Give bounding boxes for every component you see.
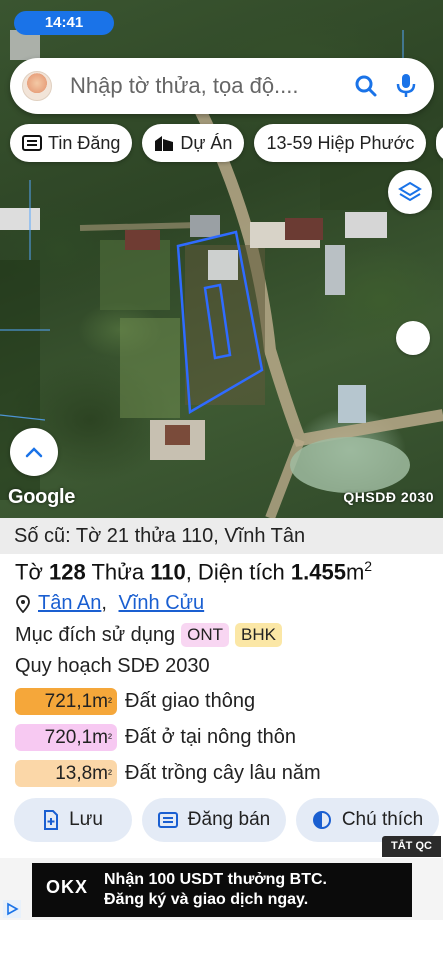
area-value: 1.455 [290,559,346,585]
landuse-name: Đất ở tại nông thôn [125,726,297,748]
chip-du-an[interactable]: Dự Án [142,124,245,162]
purpose-label: Mục đích sử dụng [15,623,176,646]
landuse-row-residential: 720,1m ² Đất ở tại nông thôn [15,724,296,751]
parcel-location: Tân An, Vĩnh Cửu [16,592,204,615]
ad-text: Nhận 100 USDT thưởng BTC. Đăng ký và gia… [104,870,327,910]
newspaper-icon [22,135,42,151]
area-unit: m [345,559,365,585]
landuse-area: 720,1m ² [15,724,117,751]
plan-heading: Quy hoạch SDĐ 2030 [15,655,210,677]
contrast-icon [312,811,331,829]
parcel-summary: Tờ 128 Thửa 110, Diện tích 1.455m2 [15,558,372,585]
avatar[interactable] [22,71,52,101]
search-bar[interactable]: Nhập tờ thửa, tọa độ.... [10,58,434,114]
ad-banner[interactable]: OKX Nhận 100 USDT thưởng BTC. Đăng ký và… [0,858,443,920]
action-buttons: Lưu Đăng bán Chú thích [14,798,439,842]
chip-more[interactable]: 4 [436,124,443,162]
post-sale-button[interactable]: Đăng bán [142,798,286,842]
chip-label: Tin Đăng [48,132,121,153]
chip-label: Dự Án [180,132,233,153]
status-time: 14:41 [14,11,114,35]
search-icon[interactable] [346,66,386,106]
chip-label: 13-59 Hiệp Phước [266,132,415,153]
microphone-icon[interactable] [386,66,426,106]
area-exponent: ² [108,694,112,709]
plot-number: 110 [150,559,186,585]
search-input[interactable]: Nhập tờ thửa, tọa độ.... [70,73,346,99]
old-parcel-info: Số cũ: Tờ 21 thửa 110, Vĩnh Tân [0,518,443,554]
filter-chips: Tin Đăng Dự Án 13-59 Hiệp Phước 4 [10,124,443,162]
layers-button[interactable] [388,170,432,214]
area-label: , Diện tích [185,559,285,585]
post-sale-label: Đăng bán [187,809,271,830]
building-icon [155,136,174,151]
hide-ads-button[interactable]: TẮT QC [382,836,441,857]
chip-location[interactable]: 13-59 Hiệp Phước [254,124,427,162]
ad-line-1: Nhận 100 USDT thưởng BTC. [104,871,327,888]
location-pin-icon [16,594,30,613]
save-button[interactable]: Lưu [14,798,132,842]
satellite-map[interactable]: 14:41 Nhập tờ thửa, tọa độ.... Tin Đăng … [0,0,443,518]
chevron-up-icon [25,447,43,458]
sheet-label: Tờ [15,559,43,585]
plot-label: Thửa [91,559,145,585]
area-unit-exponent: 2 [364,558,373,574]
ad-line-2: Đăng ký và giao dịch ngay. [104,891,309,908]
add-document-icon [44,810,59,830]
purpose-tag-ont: ONT [181,623,230,647]
area-exponent: ² [108,766,112,781]
map-layer-label: QHSDĐ 2030 [343,489,434,505]
newspaper-icon [157,812,178,828]
google-logo: Google [8,486,76,508]
ad-choices-icon[interactable] [3,900,21,918]
purpose-tag-bhk: BHK [235,623,282,647]
sheet-number: 128 [49,559,86,585]
layers-icon [398,181,422,202]
landuse-area: 721,1m ² [15,688,117,715]
area-number: 13,8m [55,762,108,784]
landuse-row-transport: 721,1m ² Đất giao thông [15,688,255,715]
area-number: 721,1m [44,690,108,712]
chip-tin-dang[interactable]: Tin Đăng [10,124,133,162]
land-purpose: Mục đích sử dụng ONT BHK [15,623,282,647]
landuse-area: 13,8m ² [15,760,117,787]
district-link[interactable]: Vĩnh Cửu [119,592,205,615]
area-exponent: ² [108,730,112,745]
ad-content[interactable]: OKX Nhận 100 USDT thưởng BTC. Đăng ký và… [32,863,412,917]
landuse-name: Đất giao thông [125,690,256,712]
area-number: 720,1m [44,726,108,748]
bottom-safe-area [0,920,443,960]
location-marker[interactable] [396,321,430,355]
save-label: Lưu [69,809,103,830]
expand-panel-button[interactable] [10,428,58,476]
landuse-name: Đất trồng cây lâu năm [125,762,321,784]
landuse-row-perennial: 13,8m ² Đất trồng cây lâu năm [15,760,321,787]
ward-link[interactable]: Tân An [38,592,101,615]
legend-label: Chú thích [341,809,424,830]
okx-logo: OKX [46,877,89,897]
